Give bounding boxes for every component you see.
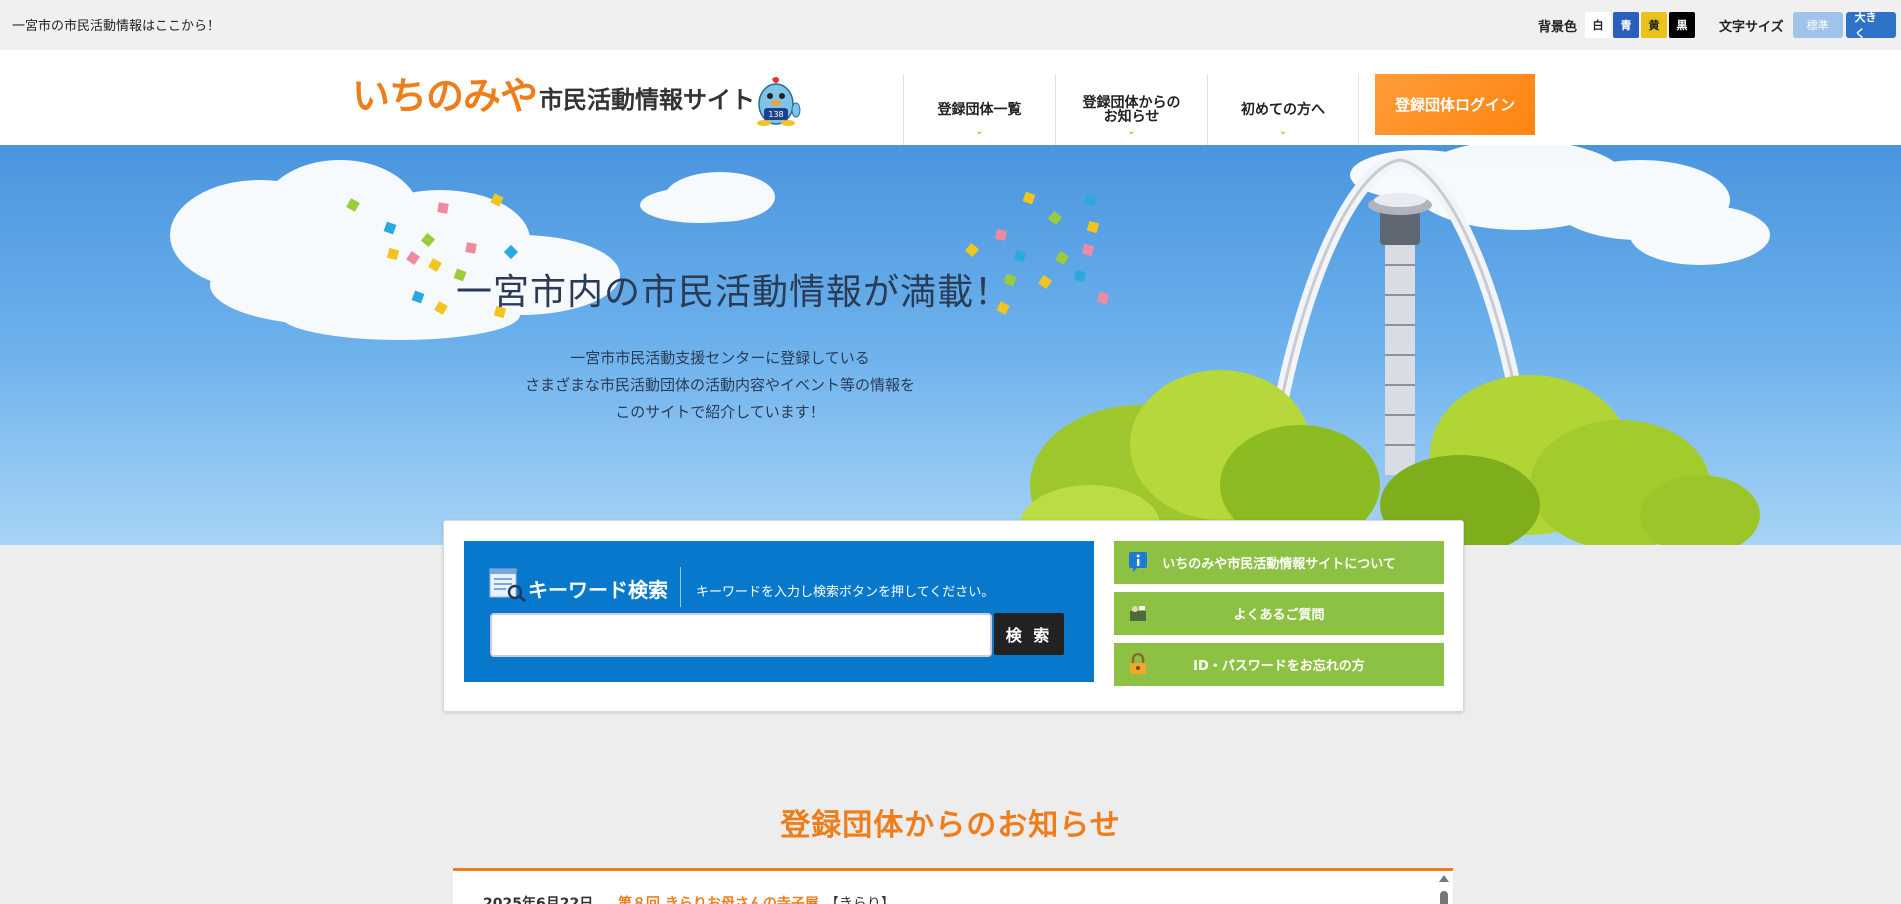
font-size-large-button[interactable]: 大きく <box>1845 11 1896 40</box>
side-button-label: いちのみや市民活動情報サイトについて <box>1162 557 1396 572</box>
search-input[interactable] <box>490 613 992 657</box>
lock-icon <box>1128 652 1148 675</box>
nav-registered-groups[interactable]: 登録団体一覧 ⌄ <box>903 74 1055 145</box>
main-nav: 登録団体一覧 ⌄ 登録団体からのお知らせ ⌄ 初めての方へ ⌄ <box>903 74 1359 145</box>
news-group-name: 【きらり】 <box>824 896 895 904</box>
group-login-button[interactable]: 登録団体ログイン <box>1375 74 1535 135</box>
svg-text:138: 138 <box>768 110 783 119</box>
bg-black-button[interactable]: 黒 <box>1669 12 1696 38</box>
side-button-label: ID・パスワードをお忘れの方 <box>1193 659 1365 674</box>
site-tagline: 一宮市の市民活動情報はここから！ <box>12 19 221 34</box>
bg-white-button[interactable]: 白 <box>1585 12 1612 38</box>
nav-label: 登録団体からのお知らせ <box>1082 94 1181 125</box>
news-section-heading: 登録団体からのお知らせ <box>780 808 1121 843</box>
chevron-down-icon: ⌄ <box>1127 126 1136 137</box>
faq-icon <box>1128 602 1148 624</box>
chevron-down-icon: ⌄ <box>1278 126 1288 137</box>
hero-headline: 一宮市内の市民活動情報が満載！ <box>456 272 1012 313</box>
font-size-selector: 文字サイズ 標準 大きく <box>1719 11 1896 40</box>
chevron-down-icon: ⌄ <box>975 126 984 137</box>
hero-banner: 一宮市内の市民活動情報が満載！ 一宮市市民活動支援センターに登録している さまざ… <box>0 145 1901 545</box>
news-list: 2025年6月22日 第８回 きらりお母さんの寺子屋 【きらり】 <box>453 868 1453 904</box>
nav-first-time[interactable]: 初めての方へ ⌄ <box>1207 74 1359 145</box>
logo-main-text: いちのみや <box>352 74 538 118</box>
site-logo[interactable]: いちのみや 市民活動情報サイト <box>352 76 755 116</box>
hero-description-line: さまざまな市民活動団体の活動内容やイベント等の情報を <box>524 376 915 394</box>
site-header: いちのみや 市民活動情報サイト 138 登録団体一覧 ⌄ 登録団体からのお知らせ… <box>0 50 1901 145</box>
faq-button[interactable]: よくあるご質問 <box>1114 592 1444 635</box>
list-item: 2025年6月22日 第８回 きらりお母さんの寺子屋 【きらり】 <box>483 893 895 904</box>
news-scrollbar[interactable] <box>1439 875 1449 904</box>
hero-description-line: 一宮市市民活動支援センターに登録している <box>570 349 870 367</box>
bg-blue-button[interactable]: 青 <box>1613 12 1640 38</box>
search-button[interactable]: 検 索 <box>994 613 1064 655</box>
quick-links: いちのみや市民活動情報サイトについて よくあるご質問 ID・パスワードをお忘れの… <box>1114 541 1444 694</box>
utility-bar: 一宮市の市民活動情報はここから！ 背景色 白 青 黄 黒 文字サイズ 標準 大き… <box>0 0 1901 50</box>
logo-sub-text: 市民活動情報サイト <box>539 86 756 114</box>
search-hint: キーワードを入力し検索ボタンを押してください。 <box>696 585 995 600</box>
bg-yellow-button[interactable]: 黄 <box>1641 12 1668 38</box>
about-site-button[interactable]: いちのみや市民活動情報サイトについて <box>1114 541 1444 584</box>
news-title-link[interactable]: 第８回 きらりお母さんの寺子屋 <box>618 893 819 904</box>
side-button-label: よくあるご質問 <box>1233 608 1325 623</box>
nav-label: 初めての方へ <box>1241 101 1325 118</box>
background-color-selector: 背景色 白 青 黄 黒 <box>1538 12 1696 38</box>
scroll-thumb[interactable] <box>1440 891 1448 904</box>
search-doc-icon <box>488 567 528 603</box>
nav-label: 登録団体一覧 <box>937 101 1022 118</box>
keyword-search-box: キーワード検索 キーワードを入力し検索ボタンを押してください。 検 索 <box>464 541 1094 682</box>
scroll-up-icon[interactable] <box>1439 875 1449 882</box>
font-size-label: 文字サイズ <box>1719 19 1784 35</box>
news-date: 2025年6月22日 <box>483 896 594 904</box>
hero-description-line: このサイトで紹介しています！ <box>615 403 825 421</box>
search-divider <box>680 567 681 607</box>
info-icon <box>1128 551 1148 573</box>
background-color-label: 背景色 <box>1538 19 1578 35</box>
forgot-password-button[interactable]: ID・パスワードをお忘れの方 <box>1114 643 1444 686</box>
mascot-icon: 138 <box>752 76 804 126</box>
search-panel: キーワード検索 キーワードを入力し検索ボタンを押してください。 検 索 いちのみ… <box>443 520 1464 712</box>
nav-group-news[interactable]: 登録団体からのお知らせ ⌄ <box>1055 74 1207 145</box>
font-size-standard-button[interactable]: 標準 <box>1792 12 1843 38</box>
hero-description: 一宮市市民活動支援センターに登録している さまざまな市民活動団体の活動内容やイベ… <box>480 345 960 426</box>
search-title: キーワード検索 <box>528 578 668 602</box>
